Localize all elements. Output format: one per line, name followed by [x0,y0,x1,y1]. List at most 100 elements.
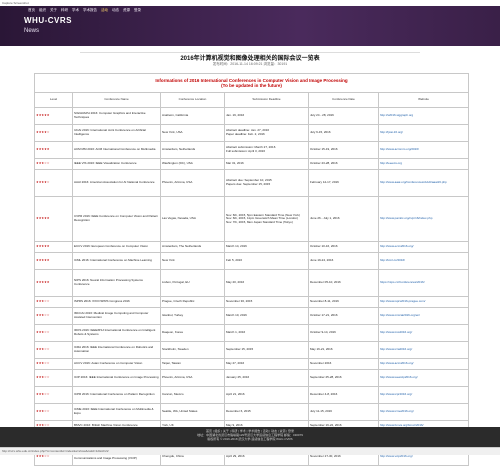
table-row: ★★★★★ SIGGRAPH 2016: Computer Graphics an… [34,107,470,125]
conference-name-cell: ICPR 2016: International Conference on P… [72,386,161,404]
website-link[interactable]: http://www.accv2016.org/ [377,358,470,370]
conference-date-cell: December 05-10, 2016 [308,269,379,297]
conference-date-cell: November 2016 [308,358,379,370]
website-link[interactable]: http://ieeevis.org [377,158,470,170]
conference-date-cell: July 9-15, 2016 [308,124,379,142]
website-link[interactable]: http://www.acmmm.org/2016/ [377,141,470,159]
location-cell: Cancun, Mexico [160,386,225,404]
nav-item[interactable]: 资源 [123,8,130,13]
conference-name-cell: ICML 2016: International Conference on M… [72,252,161,270]
location-cell: Lisbon, Portugal, EU [160,269,225,297]
website-link[interactable]: http://www.aaai.org/Conferences/AAAI/aaa… [377,169,470,197]
conference-table: Informations of 2016 International Confe… [33,73,470,466]
website-link[interactable]: http://www.pamitc.org/cvpr16/index.php [377,196,470,242]
nav-item[interactable]: 学术报告 [83,8,97,13]
location-cell: Taipei, Taiwan [160,358,225,370]
nav-item[interactable]: 组织 [39,8,46,13]
column-header: Level [34,92,73,108]
conference-date-cell: June 19-24, 2016 [308,252,379,270]
website-link[interactable]: http://www.ieeeicip2016.org/ [377,369,470,387]
nav-item[interactable]: 登录 [134,8,141,13]
conference-name-cell: ICME 2016: IEEE International Conference… [72,403,161,421]
location-cell: Seattle, WA, United States [160,403,225,421]
conference-name-cell: ACM MM 2016: ACM International Conferenc… [72,141,161,159]
main-nav: 首页 组织 关于 科研 学术 学术报告 活动 动态 资源 登录 [0,6,500,14]
level-cell: ★★★☆☆ [34,296,73,308]
website-link[interactable]: http://ijcai-16.org/ [377,124,470,142]
deadline-cell: September 15, 2015 [224,341,309,359]
table-row: ★★★☆☆ ACCV 2016: Asian Conference on Comp… [34,358,470,370]
table-row: ★★★☆☆ IROS 2016: IEEE/RSJ International C… [34,324,470,342]
website-link[interactable]: http://www.icme2016.org/ [377,403,470,421]
nav-item[interactable]: 关于 [50,8,57,13]
nav-item[interactable]: 首页 [28,8,35,13]
conference-date-cell: October 15-19, 2016 [308,141,379,159]
conference-name-cell: NIPS 2016: Neural Information Processing… [72,269,161,297]
deadline-cell: December 6, 2015 [224,403,309,421]
deadline-cell: Abstract submission: March 27, 2016 Full… [224,141,309,159]
table-row: ★★★★★ ECCV 2016: European Conference on C… [34,241,470,253]
conference-name-cell: IMCCAI 2016: Medical Image Computing and… [72,307,161,325]
table-row: ★★★★★ CVPR 2016: IEEE Conference on Compu… [34,196,470,242]
location-cell: Phoenix, Arizona, USA [160,369,225,387]
conference-name-cell: SIGGRAPH 2016: Computer Graphics and Int… [72,107,161,125]
level-cell: ★★★☆☆ [34,386,73,404]
location-cell: Amsterdam, The Netherlands [160,241,225,253]
location-cell: Phoenix, Arizona, USA [160,169,225,197]
conference-date-cell: October 23-28, 2016 [308,158,379,170]
level-cell: ★★★★★ [34,241,73,253]
footer-copyright: 版权所有 © 2016-2018 武汉大学-遥感信息工程学院 WHU-CVRS [207,437,293,441]
conference-name-cell: ICRA 2016: IEEE International Conference… [72,341,161,359]
column-header: Conference Date [308,92,379,108]
conference-date-cell: October 17-21, 2016 [308,307,379,325]
level-cell: ★★★☆☆ [34,358,73,370]
nav-item[interactable]: 动态 [112,8,119,13]
location-cell: New York [160,252,225,270]
website-link[interactable]: http://www.isprs2016-prague.com/ [377,296,470,308]
conference-date-cell: July 11-15, 2016 [308,403,379,421]
site-title[interactable]: WHU-CVRS [24,16,72,25]
website-link[interactable]: http://s2016.siggraph.org [377,107,470,125]
website-link[interactable]: http://icml.cc/2016/ [377,252,470,270]
conference-name-cell: ISPRS 2016: XXIII ISPRS Congress 2016 [72,296,161,308]
location-cell: Istanbul, Turkey [160,307,225,325]
level-cell: ★★★☆☆ [34,158,73,170]
website-link[interactable]: http://www.iros2016.org/ [377,324,470,342]
location-cell: Anaheim, California [160,107,225,125]
deadline-cell: November 30, 2015 [224,296,309,308]
site-subtitle: News [24,28,40,34]
level-cell: ★★★☆☆ [34,307,73,325]
deadline-cell: Abstract deadline: Jan. 27, 2016 Paper d… [224,124,309,142]
page-title: 2016年计算机视觉和图像处理相关的国际会议一览表 [180,56,320,62]
nav-item[interactable]: 学术 [72,8,79,13]
level-cell: ★★★★★ [34,141,73,159]
deadline-cell: March 10, 2016 [224,307,309,325]
website-link[interactable]: https://nips.cc/Conferences/2016/ [377,269,470,297]
conference-date-cell: October 10-16, 2016 [308,241,379,253]
conference-date-cell: September 25-28, 2016 [308,369,379,387]
website-link[interactable]: http://www.eccv2016.org/ [377,241,470,253]
table-row: ★★★☆☆ ICME 2016: IEEE International Confe… [34,403,470,421]
deadline-cell: April 21, 2016 [224,386,309,404]
site-footer: 首页 | 组织 | 关于 | 科研 | 学术 | 学术报告 | 活动 | 动态 … [0,427,500,447]
table-row: ★★★☆☆ IEEE VIS 2016: IEEE Visualization C… [34,158,470,170]
website-link[interactable]: http://www.icpr2016.org/ [377,386,470,404]
table-row: ★★★☆☆ ICRA 2016: IEEE International Confe… [34,341,470,359]
location-cell: New York, USA [160,124,225,142]
conference-date-cell: November 8-11, 2016 [308,296,379,308]
conference-date-cell: February 12-17, 2016 [308,169,379,197]
level-cell: ★★★☆☆ [34,403,73,421]
nav-item[interactable]: 科研 [61,8,68,13]
deadline-cell: Nov. 6th, 2015, 5pm Eastern Standard Tim… [224,196,309,242]
website-link[interactable]: http://www.icra2016.org/ [377,341,470,359]
table-row: ★★★★★ ACM MM 2016: ACM International Conf… [34,141,470,159]
level-cell: ★★★★☆ [34,169,73,197]
conference-name-cell: CVPR 2016: IEEE Conference on Computer V… [72,196,161,242]
conference-date-cell: June 26 - July 1, 2016 [308,196,379,242]
conference-name-cell: ACCV 2016: Asian Conference on Computer … [72,358,161,370]
table-row: ★★★☆☆ IMCCAI 2016: Medical Image Computin… [34,307,470,325]
conference-name-cell: IROS 2016: IEEE/RSJ International Confer… [72,324,161,342]
website-link[interactable]: http://www.miccai2016.org/en/ [377,307,470,325]
nav-item[interactable]: 活动 [101,8,108,13]
location-cell: Amsterdam, Netherlands [160,141,225,159]
